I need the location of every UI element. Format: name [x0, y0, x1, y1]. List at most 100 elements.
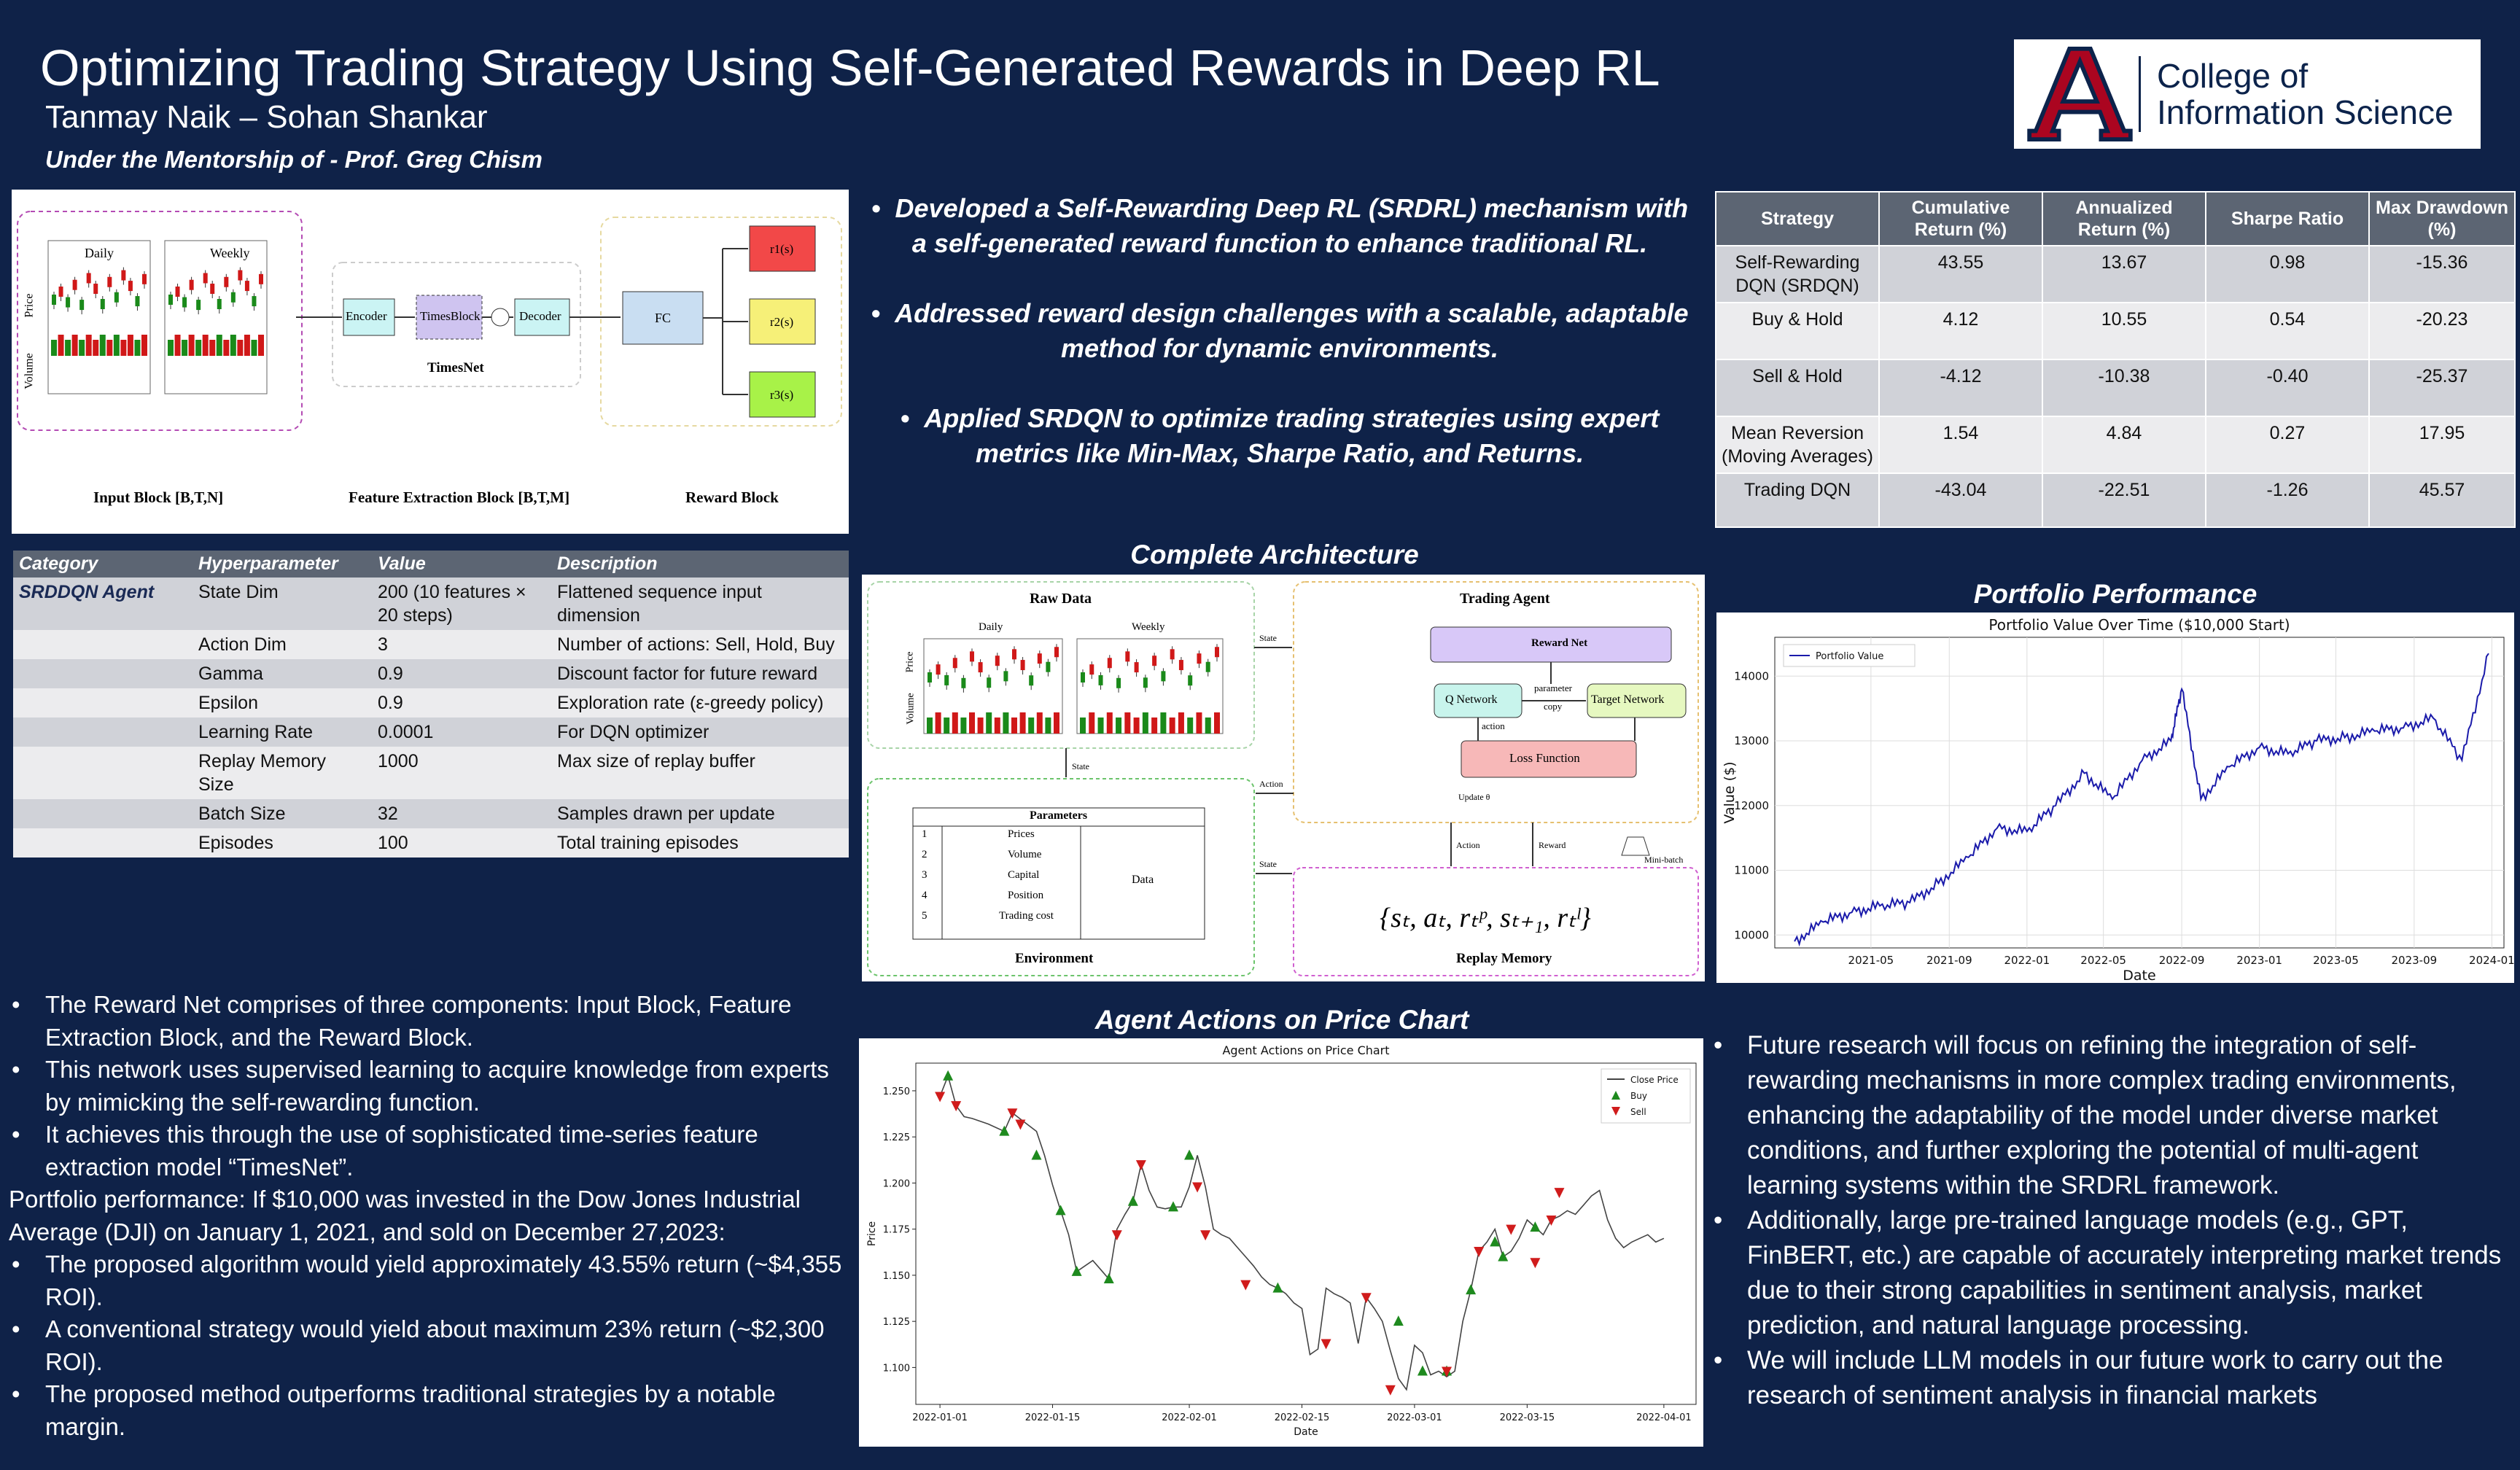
fig1-daily-label: Daily [85, 246, 114, 260]
x-tick-label: 2022-01-15 [1025, 1412, 1081, 1423]
candle-body [952, 658, 957, 669]
volume-bar [251, 340, 257, 356]
x-tick-label: 2023-05 [2313, 954, 2359, 967]
candle-body [107, 276, 112, 287]
x-tick-label: 2021-09 [1926, 954, 1972, 967]
arch-state-2: State [1072, 761, 1089, 771]
buy-marker [1031, 1149, 1042, 1160]
candle-body [1143, 677, 1148, 688]
candle-body [1178, 660, 1183, 671]
arch-data: Data [1132, 874, 1154, 886]
col-value: Value [372, 551, 551, 578]
col-drawdown: Max Drawdown (%) [2368, 191, 2516, 246]
y-tick-label: 1.125 [883, 1317, 910, 1328]
sell-marker [1192, 1182, 1203, 1193]
volume-bar [1142, 712, 1148, 734]
plot-frame [1774, 637, 2505, 949]
table-row: Action Dim 3 Number of actions: Sell, Hold… [13, 630, 849, 659]
buy-marker [1071, 1265, 1082, 1276]
list-item: Future research will focus on refining t… [1711, 1028, 2513, 1203]
sell-marker [1474, 1247, 1485, 1258]
col-annualized: Annualized Return (%) [2042, 191, 2206, 246]
fig1-timesnet: TimesNet [427, 360, 484, 376]
volume-bar [977, 718, 984, 734]
candle-body [1020, 660, 1025, 671]
actions-section-title: Agent Actions on Price Chart [1094, 1005, 1469, 1035]
candle-body [1116, 677, 1121, 688]
volume-bar [1106, 712, 1113, 734]
candle-body [1188, 675, 1193, 686]
candle-body [238, 270, 243, 281]
volume-bar [141, 335, 147, 356]
portfolio-paragraph: Portfolio performance: If $10,000 was in… [9, 1186, 801, 1245]
candle-body [230, 292, 236, 303]
arch-reward-net: Reward Net [1531, 637, 1588, 649]
candle-body [189, 279, 194, 290]
volume-bar [237, 340, 244, 356]
col-hyperparameter: Hyperparameter [192, 551, 372, 578]
buy-marker [1530, 1221, 1541, 1232]
y-tick-label: 13000 [1734, 734, 1769, 747]
volume-bar [99, 335, 106, 356]
future-work: Future research will focus on refining t… [1711, 1028, 2513, 1413]
arch-reward-label: Reward [1539, 840, 1566, 850]
list-item: We will include LLM models in our future… [1711, 1343, 2513, 1413]
candle-body [244, 281, 249, 292]
x-tick-label: 2022-05 [2080, 954, 2126, 967]
candle-body [1054, 647, 1059, 658]
x-tick-label: 2022-01 [2004, 954, 2050, 967]
candle-body [944, 674, 949, 685]
table-row: Self-Rewarding DQN (SRDQN) 43.55 13.67 0.98… [1715, 245, 2516, 303]
x-tick-label: 2022-03-01 [1387, 1412, 1442, 1423]
y-axis-label: Price [866, 1221, 878, 1246]
volume-bar [134, 340, 141, 356]
table-row: Epsilon 0.9 Exploration rate (ε-greedy pol… [13, 688, 849, 718]
legend-label: Portfolio Value [1816, 651, 1883, 662]
candle-body [1134, 662, 1139, 673]
candle-body [135, 296, 140, 307]
fig1-input-block-label: Input Block [B,T,N] [93, 489, 224, 506]
col-strategy: Strategy [1715, 191, 1880, 246]
candle-body [1161, 671, 1166, 682]
volume-bar [1169, 718, 1175, 734]
arch-state-1: State [1259, 633, 1277, 643]
volume-bar [1036, 712, 1043, 734]
sell-marker [1111, 1230, 1122, 1241]
buy-marker [1184, 1149, 1195, 1160]
arch-state-3: State [1259, 859, 1277, 869]
buy-marker [943, 1070, 954, 1081]
x-tick-label: 2021-05 [1848, 954, 1894, 967]
sell-marker [1530, 1258, 1541, 1269]
buy-marker [1417, 1365, 1428, 1376]
fig1-volume-label: Volume [23, 353, 36, 389]
candle-body [72, 279, 77, 290]
volume-bar [994, 718, 1000, 734]
candle-body [1098, 674, 1103, 685]
candle-body [936, 664, 941, 675]
candle-body [1125, 651, 1130, 662]
volume-bar [960, 718, 967, 734]
candle-body [995, 656, 1000, 666]
volume-bar [216, 335, 222, 356]
fig1-decoder: Decoder [519, 309, 561, 323]
arch-raw-data: Raw Data [1030, 591, 1092, 607]
volume-bar [65, 340, 71, 356]
y-axis-label: Value ($) [1722, 761, 1738, 823]
portfolio-chart: Portfolio Value Over Time ($10,000 Start… [1716, 612, 2515, 984]
x-axis-label: Date [1294, 1426, 1318, 1438]
volume-bar [1196, 712, 1202, 734]
buy-marker [1127, 1195, 1138, 1206]
volume-bar [1214, 712, 1220, 734]
arch-trading-agent: Trading Agent [1460, 591, 1550, 607]
table-row: SRDDQN Agent State Dim 200 (10 features × … [13, 578, 849, 630]
candle-body [114, 292, 119, 303]
mentor: Under the Mentorship of - Prof. Greg Chi… [45, 146, 543, 173]
architecture-title: Complete Architecture [1130, 540, 1419, 569]
x-tick-label: 2023-01 [2236, 954, 2282, 967]
candle-body [224, 276, 229, 287]
volume-bar [106, 340, 113, 356]
arch-target-network: Target Network [1591, 693, 1665, 706]
candle-body [86, 273, 91, 284]
arch-daily: Daily [979, 621, 1003, 633]
x-tick-label: 2022-02-15 [1275, 1412, 1330, 1423]
